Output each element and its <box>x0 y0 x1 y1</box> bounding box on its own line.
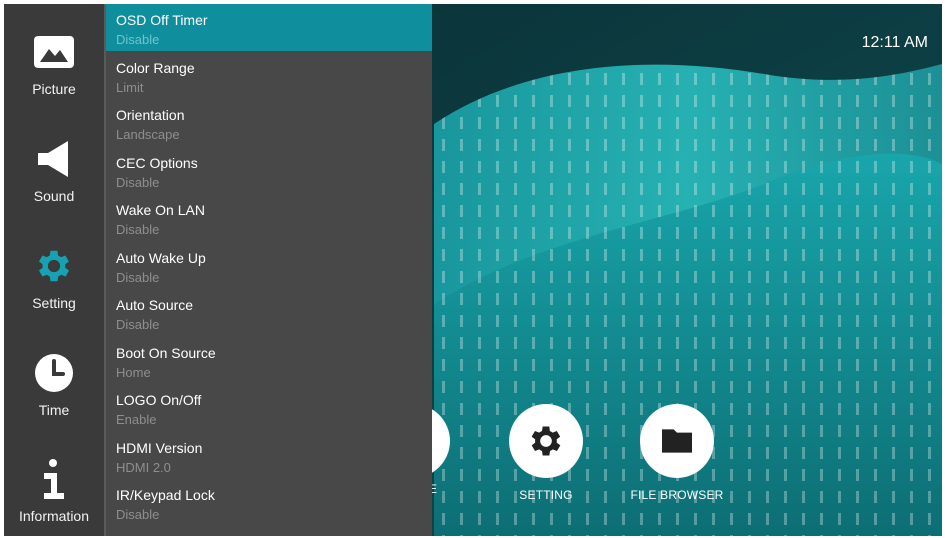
setting-cec-options[interactable]: CEC Options Disable <box>106 147 432 194</box>
setting-title: Boot On Source <box>116 345 216 361</box>
setting-value: Enable <box>116 412 157 427</box>
speaker-icon <box>32 137 76 181</box>
setting-title: LOGO On/Off <box>116 392 202 408</box>
rail-item-picture[interactable]: Picture <box>4 10 104 114</box>
setting-hdmi-version[interactable]: HDMI Version HDMI 2.0 <box>106 432 432 479</box>
settings-list: OSD Off Timer Disable Color Range Limit … <box>106 4 432 536</box>
app-file-browser[interactable]: FILE BROWSER <box>622 404 732 502</box>
rail-label: Setting <box>32 295 76 311</box>
setting-title: Orientation <box>116 107 185 123</box>
setting-title: OSD Off Timer <box>116 12 208 28</box>
setting-title: HDMI Version <box>116 440 203 456</box>
setting-value: Disable <box>116 222 160 237</box>
setting-auto-source[interactable]: Auto Source Disable <box>106 289 432 336</box>
app-file-browser-label: FILE BROWSER <box>630 488 724 502</box>
app-setting-circle <box>509 404 583 478</box>
rail-label: Sound <box>33 188 75 204</box>
app-setting-label: SETTING <box>519 488 573 502</box>
rail-item-sound[interactable]: Sound <box>4 117 104 221</box>
setting-title: Auto Source <box>116 297 194 313</box>
rail-label: Information <box>18 508 90 524</box>
setting-value: Disable <box>116 32 160 47</box>
setting-value: Disable <box>116 270 160 285</box>
setting-boot-on-source[interactable]: Boot On Source Home <box>106 337 432 384</box>
setting-title: Color Range <box>116 60 195 76</box>
picture-icon <box>32 30 76 74</box>
setting-title: Auto Wake Up <box>116 250 206 266</box>
setting-title: Wake On LAN <box>116 202 205 218</box>
category-rail: Picture Sound Setting Time Information <box>4 4 104 536</box>
setting-value: Landscape <box>116 127 180 142</box>
clock-time: 12:11 AM <box>861 34 928 51</box>
setting-osd-off-timer[interactable]: OSD Off Timer Disable <box>106 4 432 51</box>
setting-value: HDMI 2.0 <box>116 460 171 475</box>
setting-value: Limit <box>116 80 144 95</box>
info-icon <box>32 457 76 501</box>
setting-value: Disable <box>116 507 160 522</box>
clock-icon <box>32 351 76 395</box>
folder-icon <box>662 429 692 453</box>
app-file-browser-circle <box>640 404 714 478</box>
rail-label: Time <box>38 402 70 418</box>
setting-value: Disable <box>116 175 160 190</box>
setting-wake-on-lan[interactable]: Wake On LAN Disable <box>106 194 432 241</box>
gear-icon <box>32 244 76 288</box>
setting-title: CEC Options <box>116 155 198 171</box>
setting-auto-wake-up[interactable]: Auto Wake Up Disable <box>106 242 432 289</box>
rail-divider <box>104 4 106 536</box>
setting-logo-on-off[interactable]: LOGO On/Off Enable <box>106 384 432 431</box>
setting-ir-keypad-lock[interactable]: IR/Keypad Lock Disable <box>106 479 432 526</box>
setting-value: Disable <box>116 317 160 332</box>
setting-title: IR/Keypad Lock <box>116 487 215 503</box>
setting-orientation[interactable]: Orientation Landscape <box>106 99 432 146</box>
tv-screen: 12:11 AM E SETTING FILE BROWSER OSD Off … <box>4 4 942 536</box>
app-setting[interactable]: SETTING <box>491 404 601 502</box>
rail-item-information[interactable]: Information <box>4 437 104 536</box>
rail-item-time[interactable]: Time <box>4 331 104 435</box>
setting-color-range[interactable]: Color Range Limit <box>106 52 432 99</box>
rail-label: Picture <box>32 81 76 97</box>
setting-value: Home <box>116 365 151 380</box>
rail-item-setting[interactable]: Setting <box>4 224 104 328</box>
gear-icon <box>531 426 561 456</box>
